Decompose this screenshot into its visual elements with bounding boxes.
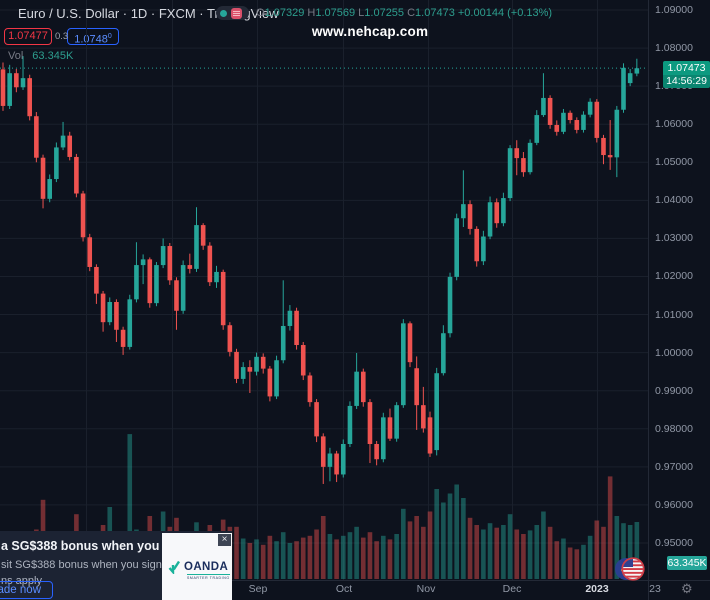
spread-label: 0.3	[55, 31, 69, 42]
price-axis-label: 1.00000	[655, 346, 693, 359]
ad-close-icon[interactable]: ×	[218, 534, 231, 546]
oanda-tagline: SMARTER TRADING	[187, 574, 230, 580]
eurusd-pair-flags-icon	[615, 557, 645, 581]
current-price-value: 1.07473	[663, 61, 710, 75]
watermark-text: www.nehcap.com	[311, 24, 429, 39]
price-axis-label: 0.95000	[655, 536, 693, 549]
volume-value-badge: 63.345K	[667, 556, 707, 570]
candlestick-chart[interactable]	[0, 0, 710, 600]
data-feed-icon	[231, 7, 242, 19]
market-status-pill[interactable]	[216, 6, 249, 20]
time-axis-label: Nov	[416, 583, 436, 595]
price-axis-label: 1.08000	[655, 42, 693, 55]
market-open-dot-icon	[220, 9, 227, 17]
tradingview-chart-window: Euro / U.S. Dollar · 1D · FXCM · Trading…	[0, 0, 710, 600]
oanda-logo: OANDA	[168, 560, 228, 574]
ohlc-values: O1.07329 H1.07569 L1.07255 C1.07473 +0.0…	[256, 7, 553, 19]
ad-trade-now-button[interactable]: ade now	[0, 581, 53, 599]
price-axis-label: 0.97000	[655, 460, 693, 473]
time-axis-label: Sep	[248, 583, 268, 595]
ad-banner: a SG$388 bonus when you sign up. sit SG$…	[0, 531, 232, 600]
time-axis-label: 23	[649, 583, 661, 595]
oanda-logo-card[interactable]: × OANDA SMARTER TRADING	[162, 533, 232, 600]
price-axis-label: 1.05000	[655, 156, 693, 169]
volume-indicator-row: Vol 63.345K	[8, 50, 74, 62]
time-axis-label: Oct	[335, 583, 353, 595]
timezone-settings-gear-icon[interactable]: ⚙	[681, 581, 693, 597]
price-axis-label: 0.96000	[655, 498, 693, 511]
price-axis-label: 1.04000	[655, 194, 693, 207]
current-price-badge: 1.07473 14:56:29	[663, 61, 710, 88]
ad-subtext: sit SG$388 bonus when you sign up.	[1, 559, 181, 571]
time-axis-label: Dec	[502, 583, 522, 595]
price-axis-label: 0.98000	[655, 422, 693, 435]
price-axis-label: 1.09000	[655, 4, 693, 16]
bar-countdown: 14:56:29	[663, 75, 710, 88]
price-axis-label: 0.99000	[655, 384, 693, 397]
price-axis-label: 1.02000	[655, 270, 693, 283]
price-axis-label: 1.06000	[655, 118, 693, 131]
price-axis-label: 1.03000	[655, 232, 693, 245]
price-axis-label: 1.01000	[655, 308, 693, 321]
oanda-check-icon	[168, 560, 181, 574]
time-axis-label: 2023	[585, 583, 609, 595]
